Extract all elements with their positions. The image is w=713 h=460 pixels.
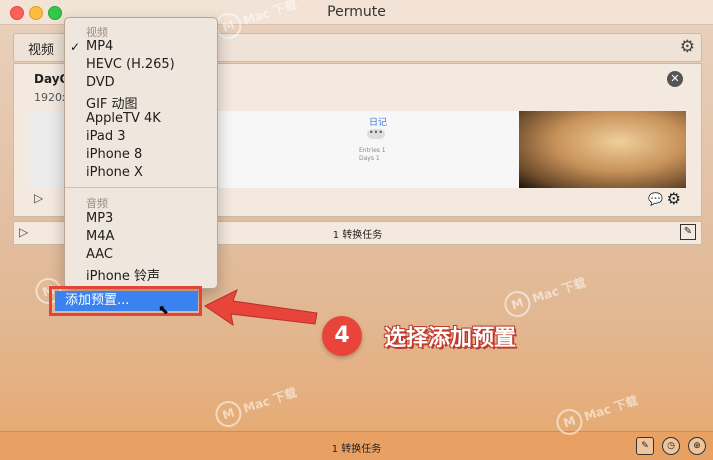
status-task-count: 1 转换任务: [331, 444, 382, 455]
menu-item-hevc[interactable]: HEVC (H.265): [86, 57, 175, 72]
menu-item-ipad-3[interactable]: iPad 3: [86, 129, 126, 144]
watermark: MMac 下载: [501, 270, 589, 321]
annotation-highlight-box: [49, 286, 202, 316]
close-icon[interactable]: ✕: [667, 71, 683, 87]
watermark: MMac 下载: [212, 380, 300, 431]
subtitle-icon[interactable]: 💬: [648, 192, 663, 206]
edit-icon[interactable]: ✎: [680, 224, 696, 240]
app-store-icon[interactable]: ✎: [636, 437, 654, 455]
step-instruction: 选择添加预置: [384, 326, 517, 351]
menu-item-dvd[interactable]: DVD: [86, 75, 115, 90]
step-number-badge: 4: [322, 316, 362, 356]
thumbnail-days: Days 1: [359, 155, 380, 162]
menu-divider: [65, 187, 217, 188]
checkmark-icon: ✓: [70, 40, 81, 54]
menu-item-iphone-x[interactable]: iPhone X: [86, 165, 143, 180]
thumbnail-title: 日记: [369, 118, 388, 128]
menu-item-gif[interactable]: GIF 动图: [86, 93, 138, 112]
status-bar: 1 转换任务 ✎ ◷ ⊕: [0, 431, 713, 460]
item-settings-gear-icon[interactable]: ⚙: [667, 189, 681, 208]
thumbnail-wallpaper: [519, 111, 686, 188]
watermark-logo: M: [501, 287, 534, 321]
thumbnail-entries: Entries 1: [359, 147, 386, 154]
clock-icon[interactable]: ◷: [662, 437, 680, 455]
menu-item-appletv-4k[interactable]: AppleTV 4K: [86, 111, 161, 126]
preset-dropdown-menu: 视频 ✓ MP4 HEVC (H.265) DVD GIF 动图 AppleTV…: [64, 17, 218, 289]
play-icon[interactable]: ▷: [34, 191, 43, 205]
menu-item-aac[interactable]: AAC: [86, 247, 113, 262]
annotation-arrow-icon: [204, 288, 318, 327]
thumbnail-stats: Entries 1 Days 1: [359, 147, 386, 163]
menu-item-iphone-8[interactable]: iPhone 8: [86, 147, 142, 162]
menu-item-mp4[interactable]: MP4: [86, 39, 113, 54]
menu-item-m4a[interactable]: M4A: [86, 229, 114, 244]
gear-icon[interactable]: ⚙: [680, 37, 695, 57]
menu-item-iphone-ringtone[interactable]: iPhone 铃声: [86, 265, 160, 284]
menu-item-mp3[interactable]: MP3: [86, 211, 113, 226]
thumbnail-more-icon: •••: [367, 128, 385, 139]
menu-section-audio: 音频: [86, 197, 108, 210]
merge-icon[interactable]: ⊕: [688, 437, 706, 455]
mouse-cursor-icon: ⬉: [158, 303, 169, 318]
watermark-logo: M: [212, 397, 245, 431]
format-category-label[interactable]: 视频: [28, 39, 54, 58]
menu-section-video: 视频: [86, 26, 108, 39]
